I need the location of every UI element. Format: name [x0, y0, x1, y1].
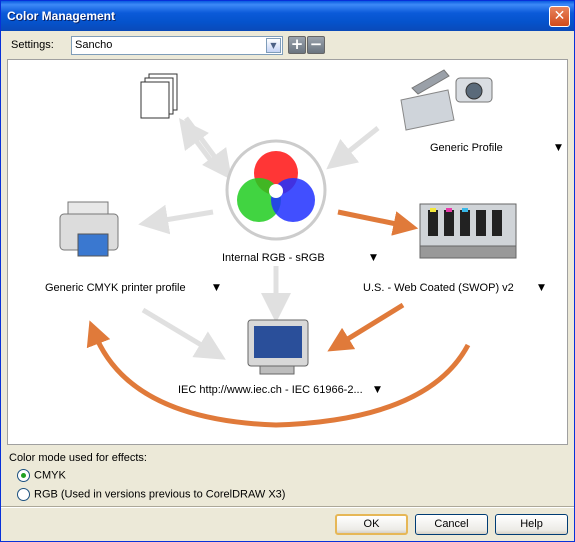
documents-icon — [140, 73, 178, 119]
monitor-dropdown-icon[interactable]: ▼ — [374, 385, 381, 395]
color-management-dialog: Color Management ✕ Settings: Sancho ▼ + … — [0, 0, 575, 542]
scanner-camera-icon — [400, 69, 493, 131]
effects-mode-label: Color mode used for effects: — [9, 452, 147, 464]
help-button[interactable]: Help — [495, 514, 568, 535]
press-icon — [419, 203, 517, 259]
settings-label: Settings: — [11, 39, 54, 51]
minus-icon: − — [309, 35, 323, 53]
radio-cmyk[interactable]: CMYK — [17, 469, 66, 482]
device-label-scanner: Generic Profile — [430, 142, 503, 154]
title-bar: Color Management ✕ — [1, 1, 574, 31]
radio-rgb-label: RGB (Used in versions previous to CorelD… — [34, 488, 286, 501]
radio-rgb-indicator[interactable] — [17, 488, 30, 501]
settings-select[interactable]: Sancho ▼ — [71, 36, 283, 55]
plus-icon: + — [290, 35, 304, 53]
printer-icon — [59, 201, 119, 257]
scanner-dropdown-icon[interactable]: ▼ — [555, 143, 562, 153]
window-title: Color Management — [7, 9, 116, 23]
device-label-press: U.S. - Web Coated (SWOP) v2 — [363, 282, 514, 294]
ok-button[interactable]: OK — [335, 514, 408, 535]
printer-dropdown-icon[interactable]: ▼ — [213, 283, 220, 293]
cancel-button[interactable]: Cancel — [415, 514, 488, 535]
monitor-icon — [247, 319, 309, 375]
internal-dropdown-icon[interactable]: ▼ — [370, 253, 377, 263]
separator — [1, 506, 574, 508]
press-dropdown-icon[interactable]: ▼ — [538, 283, 545, 293]
chevron-down-icon[interactable]: ▼ — [266, 38, 281, 53]
add-preset-button[interactable]: + — [288, 36, 306, 54]
rgb-circles-icon — [225, 139, 327, 241]
remove-preset-button[interactable]: − — [307, 36, 325, 54]
radio-cmyk-label: CMYK — [34, 469, 66, 482]
device-label-internal: Internal RGB - sRGB — [222, 252, 325, 264]
device-label-monitor: IEC http://www.iec.ch - IEC 61966-2... — [178, 384, 363, 396]
device-label-printer: Generic CMYK printer profile — [45, 282, 186, 294]
radio-cmyk-indicator[interactable] — [17, 469, 30, 482]
radio-rgb[interactable]: RGB (Used in versions previous to CorelD… — [17, 488, 285, 501]
settings-value: Sancho — [75, 39, 113, 51]
settings-row: Settings: Sancho ▼ + − — [1, 33, 574, 57]
close-button[interactable]: ✕ — [549, 6, 570, 27]
workflow-diagram: Internal RGB - sRGB ▼ Generic Profile ▼ … — [7, 59, 568, 445]
close-icon: ✕ — [553, 8, 566, 24]
